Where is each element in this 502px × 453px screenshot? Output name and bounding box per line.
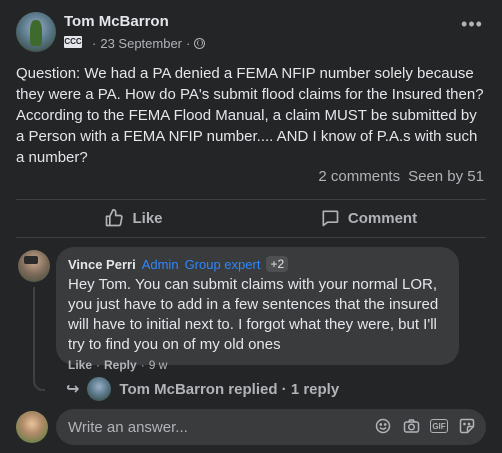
like-icon — [106, 208, 124, 227]
group-badge: CCC — [62, 34, 84, 50]
thread-line — [33, 287, 45, 391]
comment-dot-2: · — [140, 358, 145, 372]
comment-time[interactable]: 9 w — [149, 358, 168, 372]
post-actions: Like Comment — [16, 200, 486, 236]
camera-icon[interactable] — [402, 417, 420, 435]
compose-box: GIF — [16, 409, 486, 447]
gif-icon[interactable]: GIF — [430, 419, 448, 433]
author-avatar[interactable] — [16, 12, 56, 52]
post-body: Question: We had a PA denied a FEMA NFIP… — [16, 65, 484, 166]
divider-bottom — [16, 237, 486, 238]
comment-actions: Like · Reply · 9 w — [68, 358, 167, 372]
post-header: CCC Tom McBarron · 23 September · ••• — [16, 12, 486, 56]
comment-like-link[interactable]: Like — [68, 358, 92, 372]
compose-icons: GIF — [374, 417, 476, 435]
globe-icon — [194, 38, 206, 49]
like-label: Like — [132, 209, 163, 227]
comment-dot: · — [96, 358, 101, 372]
replier-avatar — [87, 377, 112, 401]
comment-text: Hey Tom. You can submit claims with your… — [68, 276, 439, 353]
reply-arrow-icon: ↪ — [66, 381, 80, 398]
post-date[interactable]: 23 September — [100, 36, 182, 51]
post-meta: · 23 September · — [92, 36, 206, 51]
commenter-name[interactable]: Vince Perri — [68, 257, 136, 272]
comment-button[interactable]: Comment — [251, 200, 486, 236]
badge-admin[interactable]: Admin — [142, 257, 179, 272]
post-stats: 2 comments Seen by 51 — [318, 168, 484, 185]
author-name[interactable]: Tom McBarron — [64, 13, 169, 30]
emoji-icon[interactable] — [374, 417, 392, 435]
comment-reply-link[interactable]: Reply — [104, 358, 137, 372]
comment-bubble: Vince Perri Admin Group expert +2 Hey To… — [56, 247, 459, 365]
sticker-icon[interactable] — [458, 417, 476, 435]
seen-by[interactable]: Seen by 51 — [408, 168, 484, 185]
meta-separator: · — [92, 36, 97, 51]
more-icon[interactable]: ••• — [460, 15, 484, 38]
reply-summary-text: Tom McBarron replied · 1 reply — [119, 380, 340, 398]
commenter-avatar[interactable] — [18, 250, 50, 282]
current-user-avatar[interactable] — [16, 411, 48, 443]
badge-more[interactable]: +2 — [266, 256, 289, 272]
meta-separator-2: · — [186, 36, 191, 51]
like-button[interactable]: Like — [16, 200, 251, 236]
comments-count[interactable]: 2 comments — [318, 168, 400, 185]
reply-summary[interactable]: ↪ Tom McBarron replied · 1 reply — [66, 377, 339, 401]
badge-expert[interactable]: Group expert — [185, 257, 261, 272]
commenter-row: Vince Perri Admin Group expert +2 — [68, 255, 447, 273]
comment-label: Comment — [347, 209, 418, 227]
comment-icon — [322, 210, 339, 227]
